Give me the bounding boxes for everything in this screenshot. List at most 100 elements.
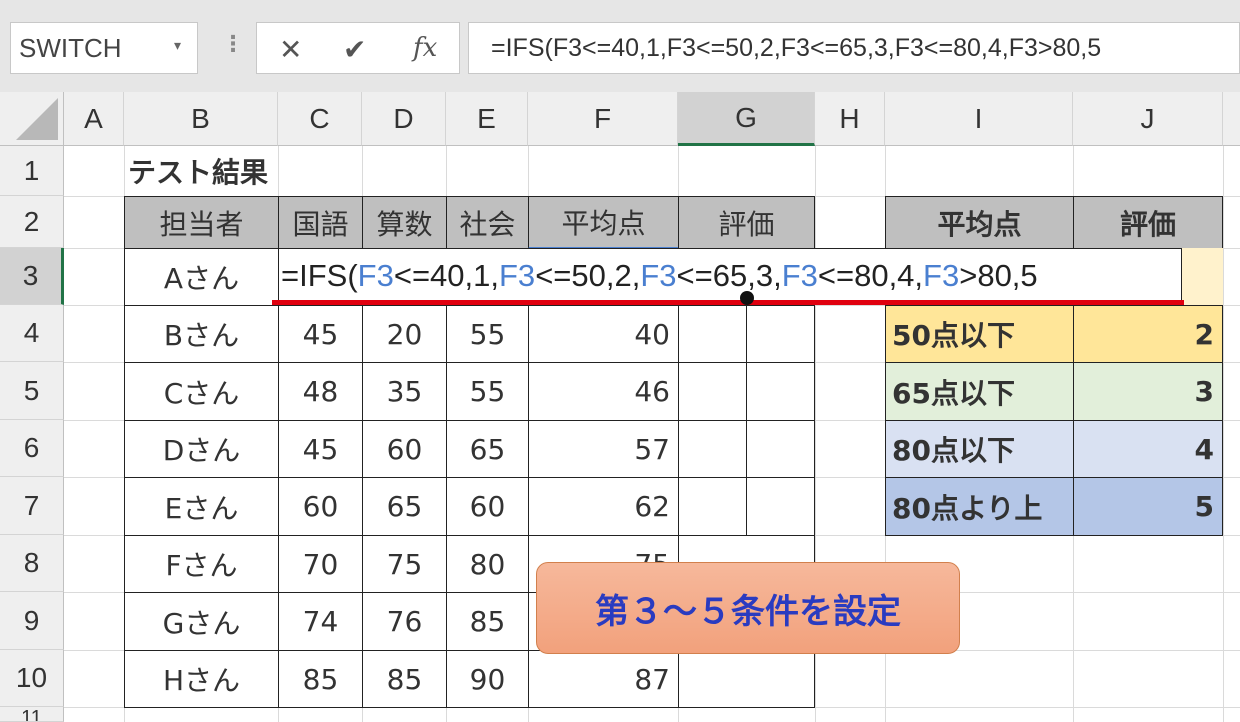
cell-f6[interactable]: 57 <box>528 420 679 478</box>
cell-b7[interactable]: Eさん <box>124 477 279 536</box>
formula-ref: F3 <box>781 258 818 293</box>
eval-row-label[interactable]: 80点より上 <box>885 477 1074 536</box>
sheet-title[interactable]: テスト結果 <box>128 146 268 196</box>
cell-b4[interactable]: Bさん <box>124 305 279 363</box>
cancel-icon[interactable]: ✕ <box>279 33 302 66</box>
cell-e4[interactable]: 55 <box>446 305 529 363</box>
name-box[interactable]: SWITCH <box>10 22 198 74</box>
column-header-b[interactable]: B <box>124 92 278 146</box>
cell-c6[interactable]: 45 <box>278 420 363 478</box>
cell-b3[interactable]: Aさん <box>124 248 279 306</box>
cell-d7[interactable]: 65 <box>362 477 447 536</box>
cell-e7[interactable]: 60 <box>446 477 529 536</box>
formula-text: =IFS( <box>281 258 358 293</box>
cell-b8[interactable]: Fさん <box>124 535 279 593</box>
cell-e8[interactable]: 80 <box>446 535 529 593</box>
formula-text: <=65,3, <box>676 258 782 293</box>
enter-icon[interactable]: ✔ <box>343 33 366 66</box>
formula-ref: F3 <box>640 258 677 293</box>
cell-divider <box>746 305 747 535</box>
cell-c10[interactable]: 85 <box>278 650 363 708</box>
formula-input[interactable]: =IFS(F3<=40,1,F3<=50,2,F3<=65,3,F3<=80,4… <box>468 22 1240 74</box>
row-header-6[interactable]: 6 <box>0 420 64 477</box>
column-header-c[interactable]: C <box>278 92 362 146</box>
cell-c7[interactable]: 60 <box>278 477 363 536</box>
eval-row-value[interactable]: 4 <box>1073 420 1223 478</box>
formula-text: >80,5 <box>959 258 1038 293</box>
header-evaluation[interactable]: 評価 <box>678 196 815 249</box>
header-average[interactable]: 平均点 <box>528 196 679 249</box>
cell-d10[interactable]: 85 <box>362 650 447 708</box>
row-header-10[interactable]: 10 <box>0 650 64 707</box>
formula-text: <=50,2, <box>535 258 641 293</box>
cell-b10[interactable]: Hさん <box>124 650 279 708</box>
column-header-i[interactable]: I <box>885 92 1073 146</box>
column-header-h[interactable]: H <box>815 92 885 146</box>
formula-buttons: ✕ ✔ fx <box>256 22 460 74</box>
eval-header-average[interactable]: 平均点 <box>885 196 1074 249</box>
cell-c4[interactable]: 45 <box>278 305 363 363</box>
cell-c5[interactable]: 48 <box>278 362 363 421</box>
formula-ref: F3 <box>357 258 394 293</box>
cell-g10[interactable] <box>678 650 815 708</box>
select-all-triangle-icon <box>16 98 58 140</box>
cell-d4[interactable]: 20 <box>362 305 447 363</box>
cell-e10[interactable]: 90 <box>446 650 529 708</box>
cell-b9[interactable]: Gさん <box>124 592 279 651</box>
formula-text: <=80,4, <box>817 258 924 293</box>
column-header-a[interactable]: A <box>64 92 124 146</box>
eval-row-label[interactable]: 50点以下 <box>885 305 1074 363</box>
header-sansu[interactable]: 算数 <box>362 196 447 249</box>
cell-d5[interactable]: 35 <box>362 362 447 421</box>
eval-row-value[interactable]: 3 <box>1073 362 1223 421</box>
formula-text: <=40,1, <box>393 258 499 293</box>
cell-c8[interactable]: 70 <box>278 535 363 593</box>
cell-c9[interactable]: 74 <box>278 592 363 651</box>
column-header-e[interactable]: E <box>446 92 528 146</box>
callout-banner: 第３～５条件を設定 <box>536 562 960 654</box>
header-kokugo[interactable]: 国語 <box>278 196 363 249</box>
cell-f7[interactable]: 62 <box>528 477 679 536</box>
formula-ref: F3 <box>499 258 536 293</box>
insert-function-icon[interactable]: fx <box>413 33 437 63</box>
eval-row-1-fill <box>1180 248 1223 305</box>
row-header-2[interactable]: 2 <box>0 196 64 248</box>
row-header-8[interactable]: 8 <box>0 535 64 592</box>
row-header-7[interactable]: 7 <box>0 477 64 535</box>
chevron-down-icon[interactable]: ▾ <box>174 38 181 54</box>
red-underline-annotation <box>272 300 1184 305</box>
formula-ref: F3 <box>923 258 960 293</box>
cell-d6[interactable]: 60 <box>362 420 447 478</box>
cell-b6[interactable]: Dさん <box>124 420 279 478</box>
row-header-5[interactable]: 5 <box>0 362 64 420</box>
header-shakai[interactable]: 社会 <box>446 196 529 249</box>
cell-d8[interactable]: 75 <box>362 535 447 593</box>
eval-row-label[interactable]: 65点以下 <box>885 362 1074 421</box>
cell-b5[interactable]: Cさん <box>124 362 279 421</box>
cursor-dot-icon <box>740 291 754 305</box>
cell-f5[interactable]: 46 <box>528 362 679 421</box>
cell-edit-formula[interactable]: =IFS(F3 <=40,1, F3 <=50,2, F3 <=65,3, F3 <=80,4… <box>278 248 1182 304</box>
eval-row-value[interactable]: 2 <box>1073 305 1223 363</box>
cell-d9[interactable]: 76 <box>362 592 447 651</box>
cell-e5[interactable]: 55 <box>446 362 529 421</box>
cell-e6[interactable]: 65 <box>446 420 529 478</box>
column-header-k[interactable] <box>1223 92 1240 146</box>
more-dots-icon: ⋮ <box>222 32 244 57</box>
eval-header-evaluation[interactable]: 評価 <box>1073 196 1223 249</box>
header-name[interactable]: 担当者 <box>124 196 279 249</box>
cell-f4[interactable]: 40 <box>528 305 679 363</box>
eval-row-value[interactable]: 5 <box>1073 477 1223 536</box>
column-header-j[interactable]: J <box>1073 92 1223 146</box>
row-header-4[interactable]: 4 <box>0 305 64 362</box>
row-header-11[interactable]: 11 <box>0 707 64 722</box>
row-header-3[interactable]: 3 <box>0 248 64 305</box>
cell-f10[interactable]: 87 <box>528 650 679 708</box>
cell-e9[interactable]: 85 <box>446 592 529 651</box>
eval-row-label[interactable]: 80点以下 <box>885 420 1074 478</box>
column-header-f[interactable]: F <box>528 92 678 146</box>
row-header-1[interactable]: 1 <box>0 146 64 196</box>
column-header-d[interactable]: D <box>362 92 446 146</box>
row-header-9[interactable]: 9 <box>0 592 64 650</box>
column-header-g[interactable]: G <box>678 92 815 146</box>
